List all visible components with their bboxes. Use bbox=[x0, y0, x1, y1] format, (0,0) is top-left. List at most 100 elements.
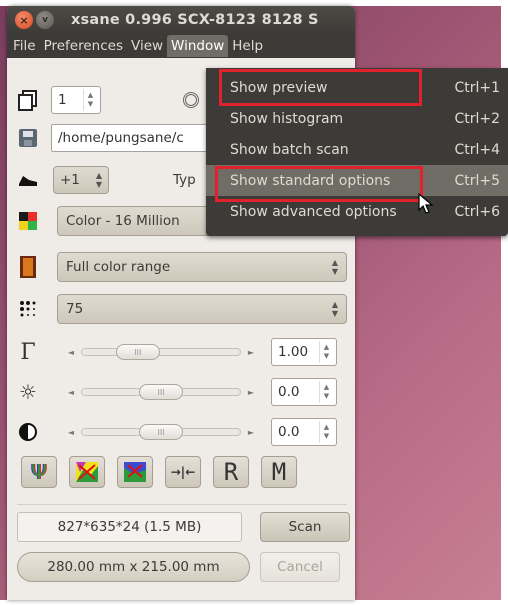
menu-window[interactable]: Window bbox=[167, 35, 229, 57]
brightness-increase-icon[interactable]: ► bbox=[241, 388, 261, 397]
title-bar: × v xsane 0.996 SCX-8123 8128 S bbox=[7, 6, 355, 34]
contrast-value: 0.0 bbox=[278, 424, 300, 440]
brightness-value: 0.0 bbox=[278, 384, 300, 400]
color-range-select[interactable]: Full color range ▲ ▼ bbox=[57, 252, 347, 282]
auto-enhance-button[interactable] bbox=[69, 456, 105, 488]
resolution-value: 75 bbox=[66, 301, 84, 317]
scanner-icon bbox=[15, 167, 41, 193]
store-enhance-button[interactable]: R bbox=[213, 456, 249, 488]
info-row: 827*635*24 (1.5 MB) Scan bbox=[7, 512, 355, 542]
brightness-decrease-icon[interactable]: ◄ bbox=[61, 388, 81, 397]
auto-enhance-icon bbox=[76, 462, 98, 482]
image-info: 827*635*24 (1.5 MB) bbox=[17, 512, 242, 542]
menu-file[interactable]: File bbox=[9, 35, 40, 57]
menu-bar: File Preferences View Window Help bbox=[7, 34, 355, 58]
menu-show-batch-scan[interactable]: Show batch scan Ctrl+4 bbox=[206, 134, 508, 165]
menu-show-histogram[interactable]: Show histogram Ctrl+2 bbox=[206, 103, 508, 134]
menu-view[interactable]: View bbox=[127, 35, 167, 57]
scan-button[interactable]: Scan bbox=[260, 512, 350, 542]
menu-show-advanced-options-label: Show advanced options bbox=[230, 203, 397, 220]
menu-show-standard-options[interactable]: Show standard options Ctrl+5 bbox=[206, 165, 508, 196]
minimize-icon: v bbox=[42, 15, 48, 25]
copies-icon bbox=[15, 87, 41, 113]
copies-value: 1 bbox=[58, 92, 67, 108]
gamma-arrows-icon[interactable]: ▲ ▼ bbox=[319, 341, 333, 363]
brightness-row: ☼ ◄ III ► 0.0 ▲ ▼ bbox=[7, 378, 355, 406]
filename-value: /home/pungsane/c bbox=[58, 130, 184, 146]
color-mode-icon bbox=[15, 208, 41, 234]
channel-button[interactable]: Ψ bbox=[21, 456, 57, 488]
contrast-spinbox[interactable]: 0.0 ▲ ▼ bbox=[271, 418, 337, 446]
gamma-spinbox[interactable]: 1.00 ▲ ▼ bbox=[271, 338, 337, 366]
medium-icon: M bbox=[271, 458, 287, 486]
menu-preferences[interactable]: Preferences bbox=[40, 35, 127, 57]
filename-input[interactable]: /home/pungsane/c bbox=[51, 124, 211, 152]
menu-show-preview-shortcut: Ctrl+1 bbox=[454, 79, 500, 96]
brightness-spinbox[interactable]: 0.0 ▲ ▼ bbox=[271, 378, 337, 406]
menu-show-batch-scan-shortcut: Ctrl+4 bbox=[454, 141, 500, 158]
dimensions-button[interactable]: 280.00 mm x 215.00 mm bbox=[17, 552, 250, 582]
cancel-button: Cancel bbox=[260, 552, 340, 582]
menu-show-preview-label: Show preview bbox=[230, 79, 328, 96]
step-spinbox[interactable]: +1 ▲ ▼ bbox=[53, 166, 109, 194]
contrast-slider-knob[interactable]: III bbox=[139, 424, 183, 440]
menu-show-preview[interactable]: Show preview Ctrl+1 bbox=[206, 72, 508, 103]
gamma-icon: Γ bbox=[20, 339, 36, 365]
target-icon bbox=[183, 92, 199, 108]
mouse-cursor-icon bbox=[418, 193, 434, 214]
step-value: +1 bbox=[60, 172, 80, 188]
contrast-slider[interactable]: III bbox=[81, 422, 241, 442]
close-window-button[interactable]: × bbox=[15, 11, 33, 29]
minimize-window-button[interactable]: v bbox=[36, 11, 54, 29]
spin-arrows-icon[interactable]: ▲ ▼ bbox=[83, 89, 97, 111]
enhancement-toolbar: Ψ →|← R M bbox=[7, 456, 355, 488]
default-enhance-icon bbox=[124, 462, 146, 482]
resolution-arrows-icon: ▲ ▼ bbox=[331, 300, 338, 318]
default-enhance-button[interactable] bbox=[117, 456, 153, 488]
contrast-arrows-icon[interactable]: ▲ ▼ bbox=[319, 421, 333, 443]
gamma-slider[interactable]: III bbox=[81, 342, 241, 362]
contrast-decrease-icon[interactable]: ◄ bbox=[61, 428, 81, 437]
brightness-slider-knob[interactable]: III bbox=[139, 384, 183, 400]
save-icon[interactable] bbox=[15, 125, 41, 151]
resolution-icon bbox=[15, 296, 41, 322]
step-arrows-icon[interactable]: ▲ ▼ bbox=[96, 171, 102, 189]
gamma-slider-knob[interactable]: III bbox=[115, 344, 160, 360]
resolution-select[interactable]: 75 ▲ ▼ bbox=[57, 294, 347, 324]
close-icon: × bbox=[19, 13, 29, 27]
menu-show-histogram-shortcut: Ctrl+2 bbox=[454, 110, 500, 127]
restore-enhance-icon: →|← bbox=[170, 465, 196, 479]
resolution-row: 75 ▲ ▼ bbox=[7, 294, 355, 324]
gamma-slider-track bbox=[81, 348, 241, 356]
contrast-row: ◄ III ► 0.0 ▲ ▼ bbox=[7, 418, 355, 446]
contrast-increase-icon[interactable]: ► bbox=[241, 428, 261, 437]
color-mode-value: Color - 16 Million bbox=[66, 213, 180, 229]
channel-icon: Ψ bbox=[31, 460, 47, 484]
brightness-arrows-icon[interactable]: ▲ ▼ bbox=[319, 381, 333, 403]
color-range-row: Full color range ▲ ▼ bbox=[7, 252, 355, 282]
menu-help[interactable]: Help bbox=[228, 35, 267, 57]
divider bbox=[17, 504, 347, 505]
gamma-decrease-icon[interactable]: ◄ bbox=[61, 348, 81, 357]
contrast-icon bbox=[15, 419, 41, 445]
menu-show-advanced-options[interactable]: Show advanced options Ctrl+6 bbox=[206, 196, 508, 227]
menu-show-standard-options-shortcut: Ctrl+5 bbox=[454, 172, 500, 189]
type-label: Typ bbox=[173, 172, 196, 188]
medium-button[interactable]: M bbox=[261, 456, 297, 488]
gamma-value: 1.00 bbox=[278, 344, 309, 360]
film-icon bbox=[15, 254, 41, 280]
menu-show-batch-scan-label: Show batch scan bbox=[230, 141, 349, 158]
gamma-increase-icon[interactable]: ► bbox=[241, 348, 261, 357]
menu-show-advanced-options-shortcut: Ctrl+6 bbox=[454, 203, 500, 220]
screen-bottom-edge bbox=[0, 600, 508, 605]
color-range-value: Full color range bbox=[66, 259, 171, 275]
window-title: xsane 0.996 SCX-8123 8128 S bbox=[71, 12, 319, 28]
gamma-row: Γ ◄ III ► 1.00 ▲ ▼ bbox=[7, 338, 355, 366]
menu-show-histogram-label: Show histogram bbox=[230, 110, 344, 127]
color-range-arrows-icon: ▲ ▼ bbox=[331, 258, 338, 276]
restore-enhance-button[interactable]: →|← bbox=[165, 456, 201, 488]
window-menu-dropdown: Show preview Ctrl+1 Show histogram Ctrl+… bbox=[206, 68, 508, 236]
copies-spinbox[interactable]: 1 ▲ ▼ bbox=[51, 86, 101, 114]
menu-show-standard-options-label: Show standard options bbox=[230, 172, 391, 189]
brightness-slider[interactable]: III bbox=[81, 382, 241, 402]
